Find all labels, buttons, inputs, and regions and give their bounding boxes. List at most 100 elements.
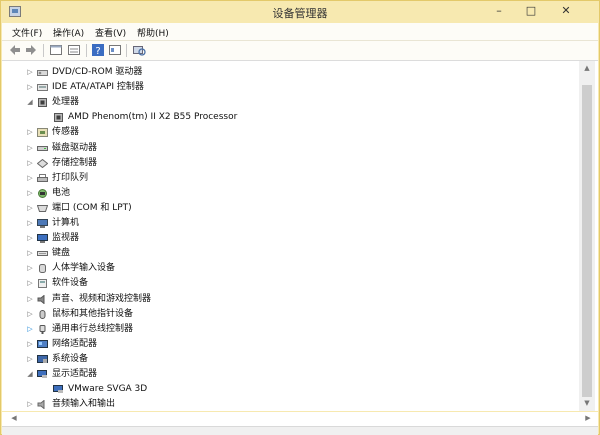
close-button[interactable]: ✕ xyxy=(546,1,586,21)
expand-arrow-icon[interactable]: ▷ xyxy=(26,397,34,412)
expand-arrow-icon[interactable]: ▷ xyxy=(26,171,34,186)
tree-category-item[interactable]: ▷ 通用串行总线控制器 xyxy=(2,322,572,337)
tree-item-label: 显示适配器 xyxy=(52,369,98,379)
computer-icon xyxy=(37,219,48,228)
minimize-button[interactable]: – xyxy=(484,1,514,21)
tree-category-item[interactable]: ▷ 鼠标和其他指针设备 xyxy=(2,307,572,322)
tree-item-label: 系统设备 xyxy=(52,353,89,364)
device-list-icon[interactable] xyxy=(67,43,81,57)
menu-view[interactable]: 查看(V) xyxy=(95,26,126,39)
tree-category-item[interactable]: ▷ 人体学输入设备 xyxy=(2,261,572,276)
vertical-scrollbar[interactable]: ▲ ▼ xyxy=(579,61,595,411)
tree-category-item[interactable]: ▷ 监视器 xyxy=(2,231,572,246)
ide-controller-icon xyxy=(37,83,48,92)
expand-arrow-icon[interactable]: ▷ xyxy=(26,352,34,367)
status-bar xyxy=(2,426,598,435)
toolbar: ? xyxy=(2,41,598,61)
svg-text:?: ? xyxy=(95,46,100,57)
tree-item-label: 存储控制器 xyxy=(52,157,98,168)
tree-category-item[interactable]: ▷ 传感器 xyxy=(2,125,572,140)
scroll-left-arrow[interactable]: ◀ xyxy=(6,414,22,422)
expand-arrow-icon[interactable]: ▷ xyxy=(26,201,34,216)
tree-category-item[interactable]: ◢ 显示适配器 xyxy=(2,367,572,382)
expand-arrow-icon[interactable]: ▷ xyxy=(26,337,34,352)
tree-category-item[interactable]: ▷ 打印队列 xyxy=(2,171,572,186)
details-icon[interactable] xyxy=(108,43,122,57)
expand-arrow-icon[interactable]: ▷ xyxy=(26,186,34,201)
processor-icon xyxy=(53,113,64,123)
expand-arrow-icon[interactable]: ▷ xyxy=(26,216,34,231)
tree-category-item[interactable]: ▷ 存储控制器 xyxy=(2,156,572,171)
forward-arrow-icon[interactable] xyxy=(24,43,38,57)
scroll-up-arrow[interactable]: ▲ xyxy=(579,64,595,72)
speaker-icon xyxy=(37,293,48,305)
tree-item-label: DVD/CD-ROM 驱动器 xyxy=(52,67,143,77)
tree-category-item[interactable]: ▷ 电池 xyxy=(2,186,572,201)
display-adapter-icon xyxy=(37,370,48,379)
sensor-icon xyxy=(37,128,48,138)
printer-icon xyxy=(37,173,48,183)
tree-device-item[interactable]: VMware SVGA 3D xyxy=(2,382,572,397)
expand-arrow-icon[interactable]: ▷ xyxy=(26,125,34,140)
tree-item-label: 声音、视频和游戏控制器 xyxy=(52,293,152,304)
properties-icon[interactable] xyxy=(49,43,63,57)
tree-category-item[interactable]: ▷ IDE ATA/ATAPI 控制器 xyxy=(2,80,572,95)
tree-item-label: 通用串行总线控制器 xyxy=(52,323,134,334)
tree-item-label: 音频输入和输出 xyxy=(52,399,116,410)
tree-category-item[interactable]: ▷ 端口 (COM 和 LPT) xyxy=(2,201,572,216)
expand-arrow-icon[interactable]: ▷ xyxy=(26,307,34,322)
expand-arrow-icon[interactable]: ▷ xyxy=(26,80,34,95)
expand-arrow-icon[interactable]: ▷ xyxy=(26,65,34,80)
usb-icon xyxy=(37,324,48,334)
tree-category-item[interactable]: ▷ 网络适配器 xyxy=(2,337,572,352)
tree-item-label: 软件设备 xyxy=(52,278,89,289)
scroll-down-arrow[interactable]: ▼ xyxy=(579,399,595,407)
tree-item-label: 电池 xyxy=(52,187,71,198)
tree-item-label: AMD Phenom(tm) II X2 B55 Processor xyxy=(68,112,238,123)
port-icon xyxy=(36,204,49,213)
toolbar-separator xyxy=(43,44,44,57)
tree-category-item[interactable]: ▷ 软件设备 xyxy=(2,276,572,291)
tree-item-label: 监视器 xyxy=(52,233,80,244)
storage-controller-icon xyxy=(36,158,49,168)
menu-action[interactable]: 操作(A) xyxy=(53,26,84,39)
tree-item-label: 键盘 xyxy=(52,248,71,259)
expand-arrow-icon[interactable]: ▷ xyxy=(26,292,34,307)
expand-arrow-icon[interactable]: ▷ xyxy=(26,322,34,337)
system-device-icon xyxy=(37,354,48,364)
scan-hardware-icon[interactable] xyxy=(132,43,146,57)
tree-category-item[interactable]: ▷ 计算机 xyxy=(2,216,572,231)
title-bar[interactable]: 设备管理器 – □ ✕ xyxy=(1,1,599,23)
tree-category-item[interactable]: ▷ 音频输入和输出 xyxy=(2,397,572,412)
scroll-right-arrow[interactable]: ▶ xyxy=(580,414,596,422)
tree-category-item[interactable]: ▷ DVD/CD-ROM 驱动器 xyxy=(2,65,572,80)
device-tree[interactable]: ▷ DVD/CD-ROM 驱动器 ▷ IDE ATA/ATAPI 控制器 ◢ 处理器 AMD… xyxy=(2,61,598,411)
back-arrow-icon[interactable] xyxy=(8,43,22,57)
expand-arrow-icon[interactable]: ▷ xyxy=(26,276,34,291)
tree-item-label: 计算机 xyxy=(52,218,80,228)
scroll-thumb[interactable] xyxy=(582,85,592,397)
horizontal-scrollbar[interactable]: ◀ ▶ xyxy=(2,412,598,426)
expand-arrow-icon[interactable]: ▷ xyxy=(26,246,34,261)
menu-help[interactable]: 帮助(H) xyxy=(137,26,169,39)
expand-arrow-icon[interactable]: ▷ xyxy=(26,141,34,156)
tree-device-item[interactable]: AMD Phenom(tm) II X2 B55 Processor xyxy=(2,110,572,125)
menu-file[interactable]: 文件(F) xyxy=(12,26,42,39)
help-icon[interactable]: ? xyxy=(91,43,105,57)
tree-item-label: 打印队列 xyxy=(52,172,89,183)
hid-icon xyxy=(37,264,48,274)
tree-item-label: 端口 (COM 和 LPT) xyxy=(52,202,132,213)
tree-category-item[interactable]: ▷ 声音、视频和游戏控制器 xyxy=(2,292,572,307)
collapse-arrow-icon[interactable]: ◢ xyxy=(26,367,34,382)
tree-category-item[interactable]: ▷ 磁盘驱动器 xyxy=(2,141,572,156)
expand-arrow-icon[interactable]: ▷ xyxy=(26,156,34,171)
tree-item-label: 人体学输入设备 xyxy=(52,263,116,274)
tree-category-item[interactable]: ◢ 处理器 xyxy=(2,95,572,110)
tree-category-item[interactable]: ▷ 系统设备 xyxy=(2,352,572,367)
tree-category-item[interactable]: ▷ 键盘 xyxy=(2,246,572,261)
expand-arrow-icon[interactable]: ▷ xyxy=(26,261,34,276)
collapse-arrow-icon[interactable]: ◢ xyxy=(26,95,34,110)
disk-drive-icon xyxy=(37,144,48,153)
maximize-button[interactable]: □ xyxy=(516,1,546,21)
expand-arrow-icon[interactable]: ▷ xyxy=(26,231,34,246)
